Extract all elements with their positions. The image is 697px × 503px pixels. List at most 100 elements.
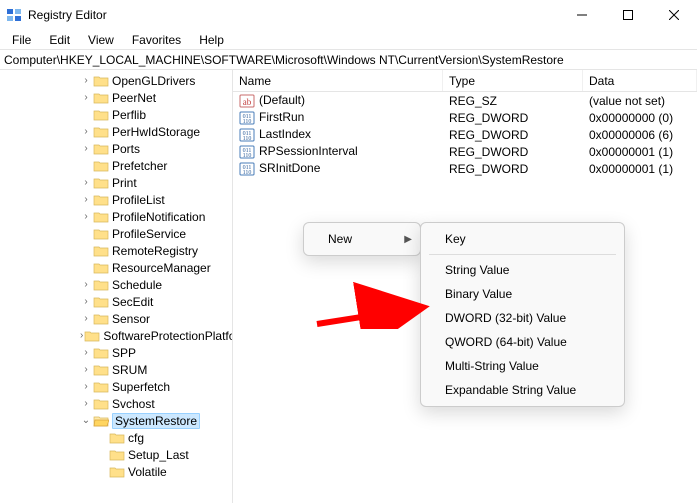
submenu-item[interactable]: Expandable String Value <box>421 378 624 402</box>
chevron-right-icon[interactable]: › <box>80 364 92 375</box>
chevron-right-icon[interactable]: › <box>80 194 92 205</box>
menu-edit[interactable]: Edit <box>41 32 78 48</box>
menu-help[interactable]: Help <box>191 32 232 48</box>
tree-item-label: SPP <box>112 346 136 360</box>
chevron-right-icon[interactable]: › <box>80 143 92 154</box>
tree-item[interactable]: ›Svchost <box>0 395 232 412</box>
column-header-type[interactable]: Type <box>443 70 583 91</box>
folder-icon <box>109 448 125 462</box>
tree-item[interactable]: ›Ports <box>0 140 232 157</box>
list-row[interactable]: 011110SRInitDoneREG_DWORD0x00000001 (1) <box>233 160 697 177</box>
submenu-item[interactable]: Key <box>421 227 624 251</box>
tree-item[interactable]: › ProfileList <box>0 191 232 208</box>
tree-item-label: SoftwareProtectionPlatform <box>103 329 233 343</box>
submenu-item[interactable]: QWORD (64-bit) Value <box>421 330 624 354</box>
tree-item[interactable]: › ProfileNotification <box>0 208 232 225</box>
submenu-item[interactable]: Multi-String Value <box>421 354 624 378</box>
tree-item[interactable]: ProfileService <box>0 225 232 242</box>
minimize-button[interactable] <box>559 0 605 30</box>
chevron-right-icon[interactable]: › <box>80 381 92 392</box>
list-row[interactable]: 011110FirstRunREG_DWORD0x00000000 (0) <box>233 109 697 126</box>
folder-icon <box>109 431 125 445</box>
address-text: Computer\HKEY_LOCAL_MACHINE\SOFTWARE\Mic… <box>4 53 564 67</box>
context-menu: New ▶ <box>303 222 421 256</box>
tree-item[interactable]: ›OpenGLDrivers <box>0 72 232 89</box>
tree-item[interactable]: Setup_Last <box>0 446 232 463</box>
chevron-right-icon[interactable]: › <box>80 296 92 307</box>
chevron-right-icon[interactable]: › <box>80 92 92 103</box>
tree-item[interactable]: › Schedule <box>0 276 232 293</box>
tree-item[interactable]: ›PerHwIdStorage <box>0 123 232 140</box>
chevron-right-icon[interactable]: › <box>80 126 92 137</box>
tree-item[interactable]: › SPP <box>0 344 232 361</box>
tree-item-label: PeerNet <box>112 91 156 105</box>
folder-icon <box>93 346 109 360</box>
binary-value-icon: 011110 <box>239 127 255 143</box>
folder-icon <box>93 142 109 156</box>
list-row[interactable]: 011110LastIndexREG_DWORD0x00000006 (6) <box>233 126 697 143</box>
tree-item[interactable]: › SoftwareProtectionPlatform <box>0 327 232 344</box>
tree-item[interactable]: ›SRUM <box>0 361 232 378</box>
tree-item-label: Volatile <box>128 465 167 479</box>
tree-item-label: ProfileList <box>112 193 165 207</box>
column-header-name[interactable]: Name <box>233 70 443 91</box>
context-menu-new[interactable]: New ▶ <box>304 227 420 251</box>
tree-item-label: ProfileNotification <box>112 210 205 224</box>
folder-icon <box>93 244 109 258</box>
chevron-right-icon[interactable]: › <box>80 177 92 188</box>
column-header-data[interactable]: Data <box>583 70 697 91</box>
tree-pane[interactable]: ›OpenGLDrivers›PeerNetPerflib›PerHwIdSto… <box>0 70 233 503</box>
folder-icon <box>93 414 109 428</box>
chevron-right-icon[interactable]: › <box>80 313 92 324</box>
value-type: REG_SZ <box>443 94 583 108</box>
menu-favorites[interactable]: Favorites <box>124 32 189 48</box>
address-bar[interactable]: Computer\HKEY_LOCAL_MACHINE\SOFTWARE\Mic… <box>0 50 697 70</box>
binary-value-icon: 011110 <box>239 161 255 177</box>
chevron-right-icon[interactable]: › <box>80 398 92 409</box>
chevron-right-icon[interactable]: › <box>80 279 92 290</box>
chevron-down-icon[interactable]: ⌄ <box>80 415 92 426</box>
tree-item[interactable]: ›SecEdit <box>0 293 232 310</box>
folder-icon <box>93 125 109 139</box>
tree-item[interactable]: ⌄SystemRestore <box>0 412 232 429</box>
list-row[interactable]: ab(Default)REG_SZ(value not set) <box>233 92 697 109</box>
svg-text:110: 110 <box>243 136 252 142</box>
submenu-item[interactable]: Binary Value <box>421 282 624 306</box>
value-type: REG_DWORD <box>443 162 583 176</box>
close-button[interactable] <box>651 0 697 30</box>
tree-item[interactable]: ResourceManager <box>0 259 232 276</box>
svg-text:ab: ab <box>243 97 252 107</box>
tree-item-label: Schedule <box>112 278 162 292</box>
window-controls <box>559 0 697 30</box>
list-row[interactable]: 011110RPSessionIntervalREG_DWORD0x000000… <box>233 143 697 160</box>
menu-view[interactable]: View <box>80 32 122 48</box>
tree-item[interactable]: Perflib <box>0 106 232 123</box>
chevron-right-icon[interactable]: › <box>80 330 83 341</box>
chevron-right-icon[interactable]: › <box>80 347 92 358</box>
tree-item[interactable]: › PeerNet <box>0 89 232 106</box>
folder-icon <box>93 227 109 241</box>
chevron-right-icon[interactable]: › <box>80 211 92 222</box>
title-bar: Registry Editor <box>0 0 697 30</box>
submenu-item[interactable]: DWORD (32-bit) Value <box>421 306 624 330</box>
chevron-right-icon[interactable]: › <box>80 75 92 86</box>
tree-item[interactable]: ›Print <box>0 174 232 191</box>
tree-item[interactable]: ›Superfetch <box>0 378 232 395</box>
folder-icon <box>93 91 109 105</box>
value-data: (value not set) <box>583 94 697 108</box>
value-type: REG_DWORD <box>443 111 583 125</box>
tree-item[interactable]: Volatile <box>0 463 232 480</box>
maximize-button[interactable] <box>605 0 651 30</box>
submenu-item[interactable]: String Value <box>421 258 624 282</box>
tree-item[interactable]: cfg <box>0 429 232 446</box>
tree-item-label: RemoteRegistry <box>112 244 198 258</box>
folder-icon <box>93 295 109 309</box>
tree-item-label: Sensor <box>112 312 150 326</box>
tree-item[interactable]: Prefetcher <box>0 157 232 174</box>
tree-item-label: Prefetcher <box>112 159 167 173</box>
folder-icon <box>93 278 109 292</box>
value-name: RPSessionInterval <box>259 144 358 158</box>
menu-file[interactable]: File <box>4 32 39 48</box>
tree-item[interactable]: › Sensor <box>0 310 232 327</box>
tree-item[interactable]: RemoteRegistry <box>0 242 232 259</box>
